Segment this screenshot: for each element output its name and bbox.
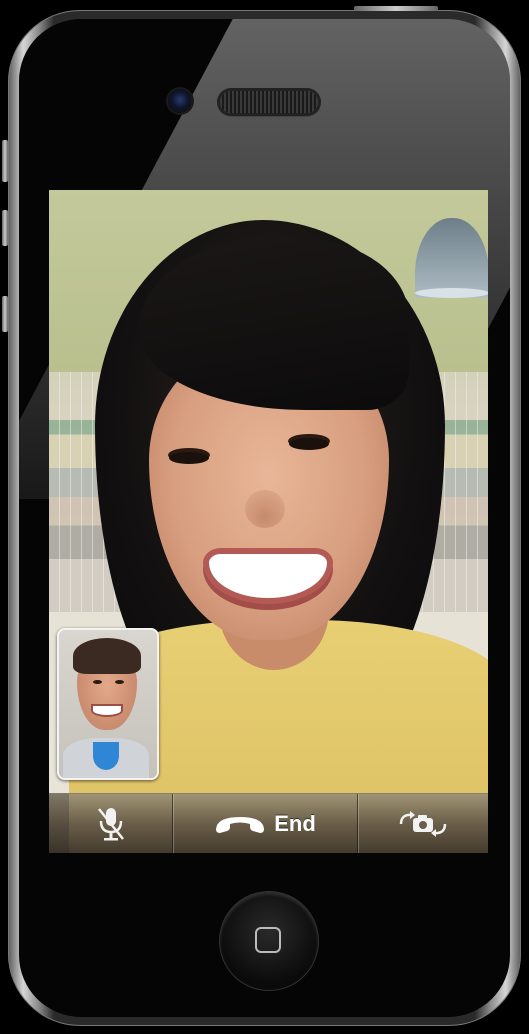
screen: End <box>49 190 488 853</box>
phone-handset-icon <box>216 817 265 833</box>
flip-camera-button[interactable] <box>358 794 488 853</box>
volume-up-button <box>2 210 8 246</box>
mic-muted-icon <box>97 808 124 841</box>
ringer-switch <box>2 140 8 182</box>
pip-tshirt <box>93 742 119 770</box>
pip-eye-right <box>115 680 124 684</box>
volume-down-button <box>2 296 8 332</box>
pip-eye-left <box>93 680 102 684</box>
front-camera-icon <box>168 89 192 113</box>
pip-smile <box>93 706 121 715</box>
lamp-rim <box>415 288 488 298</box>
earpiece-speaker <box>220 91 318 113</box>
end-call-button[interactable]: End <box>173 794 357 853</box>
self-preview[interactable] <box>57 628 159 780</box>
pip-hair <box>73 638 141 674</box>
end-call-label: End <box>274 811 316 836</box>
home-button[interactable] <box>220 892 318 990</box>
camera-flip-icon <box>399 811 447 837</box>
remote-eye-right <box>289 438 329 450</box>
remote-eye-left <box>169 452 209 464</box>
sleep-button <box>354 6 438 11</box>
home-square-icon <box>255 927 281 953</box>
mute-button[interactable] <box>49 794 172 853</box>
remote-nose <box>245 490 285 528</box>
call-toolbar: End <box>49 793 488 853</box>
lamp <box>415 218 488 298</box>
